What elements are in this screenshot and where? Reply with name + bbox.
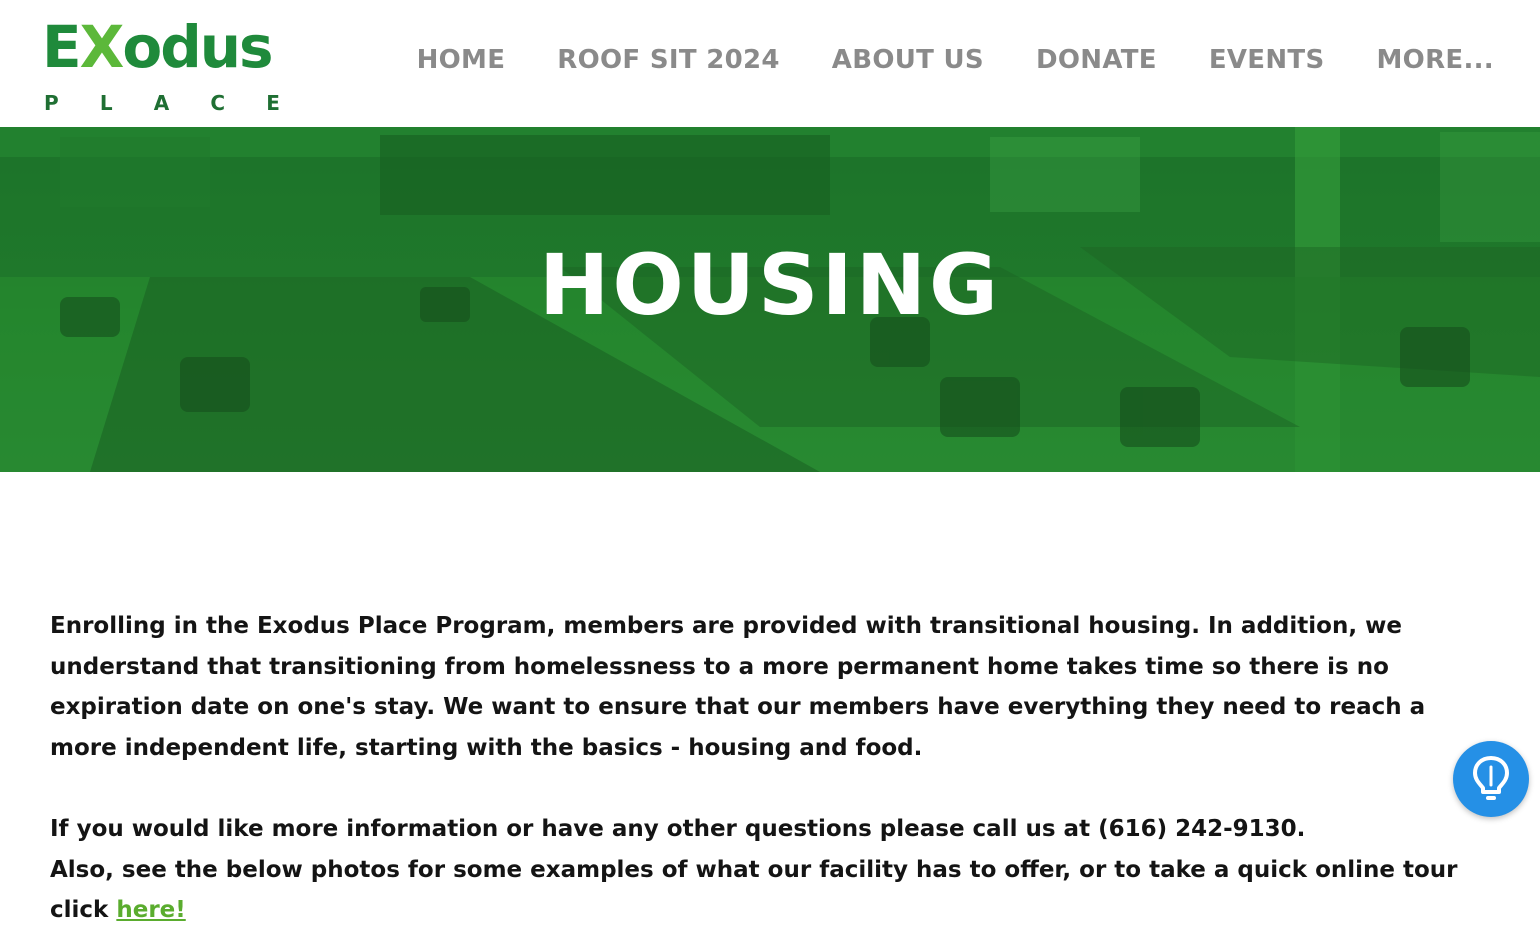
housing-description: Enrolling in the Exodus Place Program, m… (50, 613, 1426, 761)
tour-text-body: Also, see the below photos for some exam… (50, 856, 1458, 924)
nav-events[interactable]: EVENTS (1209, 40, 1325, 80)
logo-wordmark: EXodus (42, 13, 274, 81)
lightbulb-icon (1473, 756, 1509, 800)
main-content: Enrolling in the Exodus Place Program, m… (50, 606, 1490, 931)
logo-sub-letter: P (44, 91, 59, 115)
logo-sub-letter: E (266, 91, 280, 115)
exodus-place-logo[interactable]: EXodus P L A C E (42, 13, 282, 114)
logo-sub-letter: A (153, 91, 170, 115)
hero-banner: HOUSING (0, 127, 1540, 472)
help-button[interactable] (1453, 741, 1529, 817)
logo-letter-e: E (42, 13, 82, 81)
nav-more[interactable]: MORE... (1377, 40, 1495, 80)
tour-link[interactable]: here! (116, 897, 185, 923)
logo-letters-odus: odus (122, 13, 273, 81)
main-nav: HOME ROOF SIT 2024 ABOUT US DONATE EVENT… (417, 40, 1494, 80)
tour-text: Also, see the below photos for some exam… (50, 850, 1490, 931)
logo-letter-x: X (79, 13, 125, 81)
site-header: EXodus P L A C E HOME ROOF SIT 2024 ABOU… (0, 0, 1540, 127)
contact-info-text: If you would like more information or ha… (50, 816, 1306, 842)
logo-sub-letter: C (210, 91, 226, 115)
nav-roof-sit-2024[interactable]: ROOF SIT 2024 (557, 40, 780, 80)
page-title: HOUSING (539, 236, 1001, 334)
logo-sub-letter: L (99, 91, 113, 115)
logo-subtitle: P L A C E (44, 92, 280, 114)
nav-home[interactable]: HOME (417, 40, 506, 80)
nav-donate[interactable]: DONATE (1036, 40, 1157, 80)
nav-about-us[interactable]: ABOUT US (832, 40, 984, 80)
